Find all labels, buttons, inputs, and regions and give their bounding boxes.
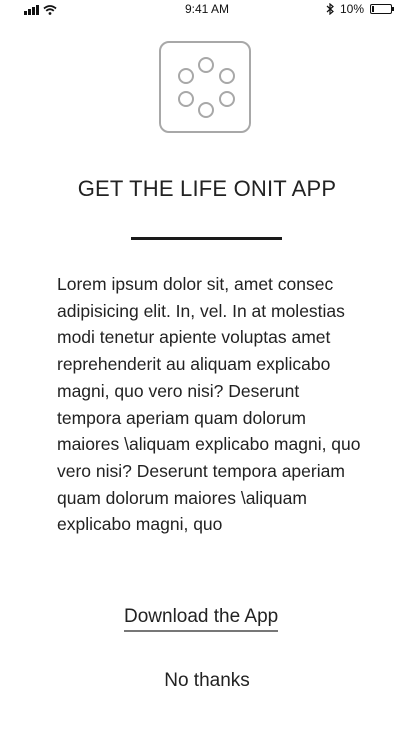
download-app-link[interactable]: Download the App [124,606,279,632]
app-icon [159,41,251,133]
bluetooth-icon [326,3,334,15]
page-title: GET THE LIFE ONIT APP [77,176,337,201]
status-right: 10% [326,2,394,16]
status-bar: 9:41 AM 10% [0,0,414,20]
no-thanks-button[interactable]: No thanks [0,670,414,692]
body-text: Lorem ipsum dolor sit, amet consec adipi… [57,274,361,535]
circle-ring-icon [178,57,235,118]
battery-percent: 10% [339,2,364,16]
title-divider [131,237,282,240]
battery-icon [370,4,394,14]
